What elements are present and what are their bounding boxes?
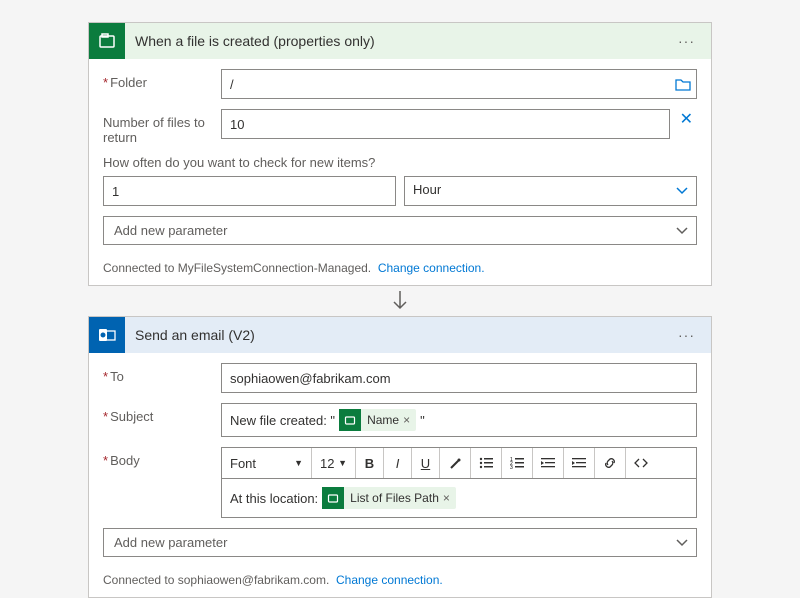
arrow-connector xyxy=(88,286,712,316)
trigger-add-parameter[interactable]: Add new parameter xyxy=(103,216,697,245)
numfiles-clear-button[interactable]: ✕ xyxy=(676,109,697,129)
trigger-title: When a file is created (properties only) xyxy=(125,33,670,49)
rte-outdent-button[interactable] xyxy=(533,448,564,478)
body-input[interactable]: At this location: List of Files Path × xyxy=(221,478,697,518)
trigger-body: *Folder / Number of files to return 10 ✕… xyxy=(89,59,711,253)
chevron-down-icon xyxy=(676,539,688,547)
rte-underline-button[interactable]: U xyxy=(412,448,440,478)
dynamic-token-filepath[interactable]: List of Files Path × xyxy=(322,487,456,509)
action-change-connection-link[interactable]: Change connection. xyxy=(336,573,443,587)
to-input[interactable]: sophiaowen@fabrikam.com xyxy=(221,363,697,393)
subject-input[interactable]: New file created: " Name × " xyxy=(221,403,697,437)
token-remove-button[interactable]: × xyxy=(403,413,410,427)
subject-label: *Subject xyxy=(103,403,221,424)
to-label: *To xyxy=(103,363,221,384)
filesystem-icon xyxy=(89,23,125,59)
folder-picker-icon[interactable] xyxy=(675,77,691,91)
action-header[interactable]: Send an email (V2) ··· xyxy=(89,317,711,353)
trigger-change-connection-link[interactable]: Change connection. xyxy=(378,261,485,275)
to-row: *To sophiaowen@fabrikam.com xyxy=(103,363,697,393)
chevron-down-icon xyxy=(676,227,688,235)
token-remove-button[interactable]: × xyxy=(443,491,450,505)
action-body: *To sophiaowen@fabrikam.com *Subject New… xyxy=(89,353,711,565)
action-footer: Connected to sophiaowen@fabrikam.com. Ch… xyxy=(89,565,711,597)
dynamic-token-name[interactable]: Name × xyxy=(339,409,416,431)
rte-bulletlist-button[interactable] xyxy=(471,448,502,478)
rte-link-button[interactable] xyxy=(595,448,626,478)
trigger-menu-button[interactable]: ··· xyxy=(670,29,703,53)
svg-text:3: 3 xyxy=(510,465,513,469)
rte-indent-button[interactable] xyxy=(564,448,595,478)
body-label: *Body xyxy=(103,447,221,468)
interval-input[interactable]: 1 xyxy=(103,176,396,206)
body-row: *Body Font▼ 12▼ B I U 123 At t xyxy=(103,447,697,518)
action-title: Send an email (V2) xyxy=(125,327,670,343)
action-add-parameter[interactable]: Add new parameter xyxy=(103,528,697,557)
trigger-card: When a file is created (properties only)… xyxy=(88,22,712,286)
action-card: Send an email (V2) ··· *To sophiaowen@fa… xyxy=(88,316,712,598)
rte-color-button[interactable] xyxy=(440,448,471,478)
filesystem-icon xyxy=(339,409,361,431)
numfiles-label: Number of files to return xyxy=(103,109,221,145)
rte-numberlist-button[interactable]: 123 xyxy=(502,448,533,478)
action-menu-button[interactable]: ··· xyxy=(670,323,703,347)
trigger-footer: Connected to MyFileSystemConnection-Mana… xyxy=(89,253,711,285)
folder-row: *Folder / xyxy=(103,69,697,99)
rte-size-select[interactable]: 12▼ xyxy=(312,448,356,478)
rte-italic-button[interactable]: I xyxy=(384,448,412,478)
poll-question: How often do you want to check for new i… xyxy=(103,155,697,170)
rte-font-select[interactable]: Font▼ xyxy=(222,448,312,478)
rte-toolbar: Font▼ 12▼ B I U 123 xyxy=(221,447,697,478)
folder-label: *Folder xyxy=(103,69,221,90)
numfiles-input[interactable]: 10 xyxy=(221,109,670,139)
chevron-down-icon xyxy=(676,187,688,195)
numfiles-row: Number of files to return 10 ✕ xyxy=(103,109,697,145)
folder-input[interactable]: / xyxy=(221,69,697,99)
trigger-header[interactable]: When a file is created (properties only)… xyxy=(89,23,711,59)
rte-code-button[interactable] xyxy=(626,448,656,478)
rte-bold-button[interactable]: B xyxy=(356,448,384,478)
filesystem-icon xyxy=(322,487,344,509)
subject-row: *Subject New file created: " Name × " xyxy=(103,403,697,437)
frequency-select[interactable]: Hour xyxy=(404,176,697,206)
outlook-icon xyxy=(89,317,125,353)
